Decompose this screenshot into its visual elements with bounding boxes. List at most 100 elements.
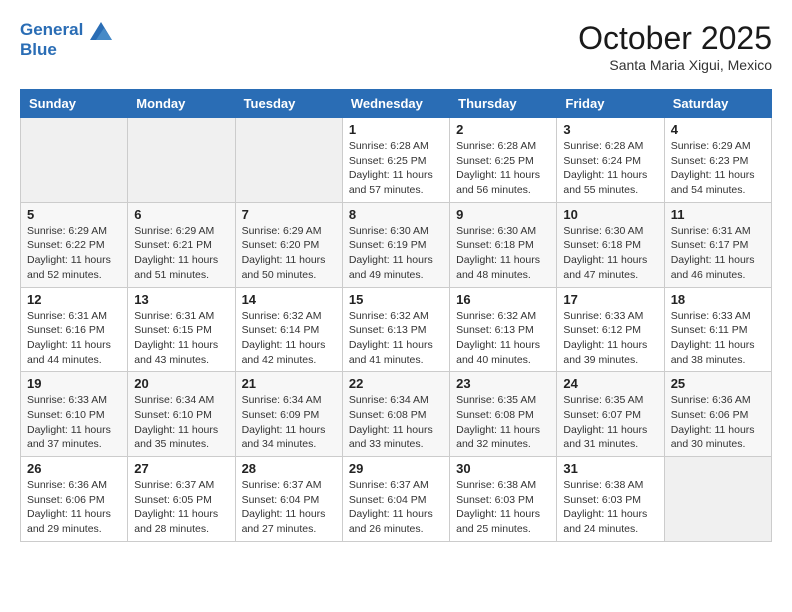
calendar-cell: 3Sunrise: 6:28 AM Sunset: 6:24 PM Daylig…	[557, 118, 664, 203]
weekday-header: Thursday	[450, 90, 557, 118]
location-subtitle: Santa Maria Xigui, Mexico	[578, 57, 772, 73]
day-number: 20	[134, 376, 228, 391]
calendar-cell: 28 Sunrise: 6:37 AM Sunset: 6:04 PM Dayli…	[235, 457, 342, 542]
day-number: 30	[456, 461, 550, 476]
day-info: Sunrise: 6:32 AM Sunset: 6:14 PM Dayligh…	[242, 309, 336, 368]
calendar-cell: 23 Sunrise: 6:35 AM Sunset: 6:08 PM Dayli…	[450, 372, 557, 457]
calendar-cell: 19Sunrise: 6:33 AM Sunset: 6:10 PM Dayli…	[21, 372, 128, 457]
page-header: General Blue October 2025 Santa Maria Xi…	[20, 20, 772, 73]
weekday-header: Tuesday	[235, 90, 342, 118]
logo-blue: Blue	[20, 40, 112, 60]
calendar-table: SundayMondayTuesdayWednesdayThursdayFrid…	[20, 89, 772, 542]
day-info: Sunrise: 6:35 AM Sunset: 6:07 PM Dayligh…	[563, 393, 657, 452]
day-info: Sunrise: 6:29 AM Sunset: 6:21 PM Dayligh…	[134, 224, 228, 283]
day-number: 4	[671, 122, 765, 137]
day-info: Sunrise: 6:29 AM Sunset: 6:22 PM Dayligh…	[27, 224, 121, 283]
day-info: Sunrise: 6:33 AM Sunset: 6:12 PM Dayligh…	[563, 309, 657, 368]
day-number: 1	[349, 122, 443, 137]
calendar-cell: 29Sunrise: 6:37 AM Sunset: 6:04 PM Dayli…	[342, 457, 449, 542]
day-number: 28	[242, 461, 336, 476]
day-number: 18	[671, 292, 765, 307]
calendar-cell: 2 Sunrise: 6:28 AM Sunset: 6:25 PM Daylig…	[450, 118, 557, 203]
calendar-cell: 9 Sunrise: 6:30 AM Sunset: 6:18 PM Daylig…	[450, 202, 557, 287]
calendar-cell	[664, 457, 771, 542]
calendar-cell	[128, 118, 235, 203]
calendar-cell: 18 Sunrise: 6:33 AM Sunset: 6:11 PM Dayli…	[664, 287, 771, 372]
day-info: Sunrise: 6:36 AM Sunset: 6:06 PM Dayligh…	[671, 393, 765, 452]
day-info: Sunrise: 6:28 AM Sunset: 6:24 PM Dayligh…	[563, 139, 657, 198]
calendar-cell: 12Sunrise: 6:31 AM Sunset: 6:16 PM Dayli…	[21, 287, 128, 372]
day-info: Sunrise: 6:37 AM Sunset: 6:04 PM Dayligh…	[242, 478, 336, 537]
day-number: 15	[349, 292, 443, 307]
logo-text: General	[20, 20, 112, 40]
calendar-cell: 13 Sunrise: 6:31 AM Sunset: 6:15 PM Dayli…	[128, 287, 235, 372]
day-number: 21	[242, 376, 336, 391]
day-number: 9	[456, 207, 550, 222]
title-block: October 2025 Santa Maria Xigui, Mexico	[578, 20, 772, 73]
day-info: Sunrise: 6:36 AM Sunset: 6:06 PM Dayligh…	[27, 478, 121, 537]
day-number: 13	[134, 292, 228, 307]
calendar-cell: 8 Sunrise: 6:30 AM Sunset: 6:19 PM Daylig…	[342, 202, 449, 287]
calendar-cell: 27Sunrise: 6:37 AM Sunset: 6:05 PM Dayli…	[128, 457, 235, 542]
day-info: Sunrise: 6:30 AM Sunset: 6:18 PM Dayligh…	[563, 224, 657, 283]
calendar-week-row: 12Sunrise: 6:31 AM Sunset: 6:16 PM Dayli…	[21, 287, 772, 372]
calendar-cell: 16 Sunrise: 6:32 AM Sunset: 6:13 PM Dayli…	[450, 287, 557, 372]
day-info: Sunrise: 6:33 AM Sunset: 6:11 PM Dayligh…	[671, 309, 765, 368]
day-info: Sunrise: 6:31 AM Sunset: 6:15 PM Dayligh…	[134, 309, 228, 368]
calendar-cell: 6 Sunrise: 6:29 AM Sunset: 6:21 PM Daylig…	[128, 202, 235, 287]
weekday-header: Saturday	[664, 90, 771, 118]
calendar-cell: 4 Sunrise: 6:29 AM Sunset: 6:23 PM Daylig…	[664, 118, 771, 203]
calendar-cell: 22 Sunrise: 6:34 AM Sunset: 6:08 PM Dayli…	[342, 372, 449, 457]
day-info: Sunrise: 6:37 AM Sunset: 6:04 PM Dayligh…	[349, 478, 443, 537]
weekday-header: Monday	[128, 90, 235, 118]
day-info: Sunrise: 6:35 AM Sunset: 6:08 PM Dayligh…	[456, 393, 550, 452]
day-info: Sunrise: 6:34 AM Sunset: 6:09 PM Dayligh…	[242, 393, 336, 452]
calendar-cell: 7 Sunrise: 6:29 AM Sunset: 6:20 PM Daylig…	[235, 202, 342, 287]
calendar-week-row: 26 Sunrise: 6:36 AM Sunset: 6:06 PM Dayli…	[21, 457, 772, 542]
calendar-week-row: 1 Sunrise: 6:28 AM Sunset: 6:25 PM Daylig…	[21, 118, 772, 203]
day-number: 16	[456, 292, 550, 307]
day-number: 8	[349, 207, 443, 222]
day-number: 23	[456, 376, 550, 391]
calendar-cell: 30 Sunrise: 6:38 AM Sunset: 6:03 PM Dayli…	[450, 457, 557, 542]
day-info: Sunrise: 6:34 AM Sunset: 6:10 PM Dayligh…	[134, 393, 228, 452]
day-info: Sunrise: 6:30 AM Sunset: 6:19 PM Dayligh…	[349, 224, 443, 283]
day-number: 5	[27, 207, 121, 222]
calendar-cell: 17 Sunrise: 6:33 AM Sunset: 6:12 PM Dayli…	[557, 287, 664, 372]
calendar-cell: 11Sunrise: 6:31 AM Sunset: 6:17 PM Dayli…	[664, 202, 771, 287]
day-info: Sunrise: 6:29 AM Sunset: 6:20 PM Dayligh…	[242, 224, 336, 283]
day-number: 26	[27, 461, 121, 476]
calendar-week-row: 5 Sunrise: 6:29 AM Sunset: 6:22 PM Daylig…	[21, 202, 772, 287]
day-info: Sunrise: 6:38 AM Sunset: 6:03 PM Dayligh…	[456, 478, 550, 537]
calendar-cell: 24Sunrise: 6:35 AM Sunset: 6:07 PM Dayli…	[557, 372, 664, 457]
calendar-cell	[235, 118, 342, 203]
logo: General Blue	[20, 20, 112, 59]
calendar-cell: 14 Sunrise: 6:32 AM Sunset: 6:14 PM Dayli…	[235, 287, 342, 372]
calendar-cell: 31Sunrise: 6:38 AM Sunset: 6:03 PM Dayli…	[557, 457, 664, 542]
day-info: Sunrise: 6:37 AM Sunset: 6:05 PM Dayligh…	[134, 478, 228, 537]
day-number: 10	[563, 207, 657, 222]
day-info: Sunrise: 6:38 AM Sunset: 6:03 PM Dayligh…	[563, 478, 657, 537]
weekday-header: Wednesday	[342, 90, 449, 118]
day-number: 7	[242, 207, 336, 222]
day-info: Sunrise: 6:28 AM Sunset: 6:25 PM Dayligh…	[349, 139, 443, 198]
day-info: Sunrise: 6:28 AM Sunset: 6:25 PM Dayligh…	[456, 139, 550, 198]
day-info: Sunrise: 6:32 AM Sunset: 6:13 PM Dayligh…	[349, 309, 443, 368]
day-number: 2	[456, 122, 550, 137]
calendar-cell: 20 Sunrise: 6:34 AM Sunset: 6:10 PM Dayli…	[128, 372, 235, 457]
day-info: Sunrise: 6:34 AM Sunset: 6:08 PM Dayligh…	[349, 393, 443, 452]
day-info: Sunrise: 6:29 AM Sunset: 6:23 PM Dayligh…	[671, 139, 765, 198]
calendar-cell: 5 Sunrise: 6:29 AM Sunset: 6:22 PM Daylig…	[21, 202, 128, 287]
day-info: Sunrise: 6:30 AM Sunset: 6:18 PM Dayligh…	[456, 224, 550, 283]
logo-icon	[90, 22, 112, 40]
calendar-cell: 10 Sunrise: 6:30 AM Sunset: 6:18 PM Dayli…	[557, 202, 664, 287]
day-number: 14	[242, 292, 336, 307]
day-info: Sunrise: 6:32 AM Sunset: 6:13 PM Dayligh…	[456, 309, 550, 368]
day-number: 6	[134, 207, 228, 222]
day-number: 17	[563, 292, 657, 307]
calendar-cell: 25Sunrise: 6:36 AM Sunset: 6:06 PM Dayli…	[664, 372, 771, 457]
weekday-header: Sunday	[21, 90, 128, 118]
calendar-header-row: SundayMondayTuesdayWednesdayThursdayFrid…	[21, 90, 772, 118]
day-number: 22	[349, 376, 443, 391]
day-number: 11	[671, 207, 765, 222]
